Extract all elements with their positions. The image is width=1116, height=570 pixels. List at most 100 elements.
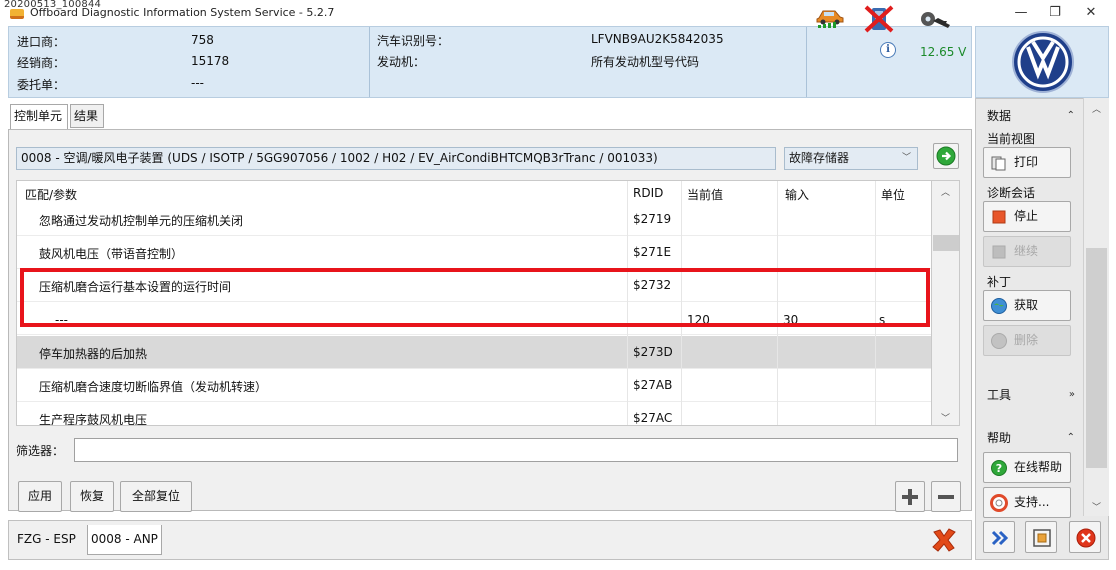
delete-icon xyxy=(991,333,1007,349)
remove-button[interactable] xyxy=(931,481,961,512)
chevron-double-down-icon: » xyxy=(1068,389,1075,400)
vehicle-connection-icon[interactable] xyxy=(815,6,845,28)
filter-input[interactable] xyxy=(74,438,958,462)
sidebar-group-help[interactable]: 帮助 ⌃ xyxy=(979,427,1083,449)
support-button[interactable]: 支持... xyxy=(983,487,1071,518)
stop-icon xyxy=(992,210,1006,224)
param-name: 压缩机磨合速度切断临界值（发动机转速） xyxy=(39,380,268,394)
table-row-selected[interactable]: 停车加热器的后加热 $273D xyxy=(17,336,931,369)
restore-button[interactable]: ❐ xyxy=(1040,4,1070,22)
scroll-thumb[interactable] xyxy=(1086,248,1107,468)
vin-label: 汽车识别号： xyxy=(377,34,450,48)
param-name: 鼓风机电压（带语音控制） xyxy=(39,247,184,261)
sidebar-group-data[interactable]: 数据 ⌃ xyxy=(979,105,1083,127)
restore-button[interactable]: 恢复 xyxy=(70,481,114,512)
diag-session-label: 诊断会话 xyxy=(987,186,1036,200)
param-rdid: $27AC xyxy=(633,411,673,425)
fetch-button[interactable]: 获取 xyxy=(983,290,1071,321)
column-header-unit[interactable]: 单位 xyxy=(881,186,905,203)
param-rdid: $271E xyxy=(633,245,672,259)
no-connection-icon[interactable] xyxy=(862,4,896,34)
fit-frame-icon xyxy=(1033,529,1051,547)
continue-button[interactable]: 继续 xyxy=(983,236,1071,267)
support-label: 支持... xyxy=(1014,495,1050,509)
engine-value: 所有发动机型号代码 xyxy=(591,55,700,69)
header-divider xyxy=(369,27,370,97)
column-header-current[interactable]: 当前值 xyxy=(687,186,723,203)
tab-control-unit[interactable]: 控制单元 xyxy=(10,104,68,130)
execute-button[interactable] xyxy=(933,143,959,169)
scroll-down-icon[interactable]: ﹀ xyxy=(932,411,959,424)
brand-logo-panel xyxy=(975,26,1109,98)
table-row[interactable]: 忽略通过发动机控制单元的压缩机关闭 $2719 xyxy=(17,203,931,236)
sidebar-scrollbar[interactable]: ︿ ﹀ xyxy=(1083,98,1109,516)
forward-button[interactable] xyxy=(983,521,1015,553)
scroll-up-icon[interactable]: ︿ xyxy=(1084,102,1109,115)
session-tab-module[interactable]: 0008 - ANP xyxy=(87,525,162,555)
print-button-label: 打印 xyxy=(1014,155,1039,169)
stop-button-label: 停止 xyxy=(1014,209,1039,223)
scroll-thumb[interactable] xyxy=(933,235,959,251)
close-session-icon[interactable] xyxy=(930,526,958,554)
session-tab-vehicle[interactable]: FZG - ESP xyxy=(14,525,79,555)
table-scrollbar[interactable]: ︿ ﹀ xyxy=(932,180,960,426)
vin-value: LFVNB9AU2K5842035 xyxy=(591,32,724,46)
importer-value: 758 xyxy=(191,33,214,47)
param-name: 停车加热器的后加热 xyxy=(39,347,148,361)
fetch-button-label: 获取 xyxy=(1014,298,1039,312)
stop-button[interactable]: 停止 xyxy=(983,201,1071,232)
chevron-up-icon: ⌃ xyxy=(1066,432,1075,443)
table-row[interactable]: 鼓风机电压（带语音控制） $271E xyxy=(17,236,931,269)
print-button[interactable]: 打印 xyxy=(983,147,1071,178)
table-row[interactable]: 压缩机磨合速度切断临界值（发动机转速） $27AB xyxy=(17,369,931,402)
continue-icon xyxy=(992,245,1006,259)
column-header-rdid[interactable]: RDID xyxy=(633,186,663,200)
sidebar-group-tools[interactable]: 工具 » xyxy=(979,384,1083,406)
table-row[interactable]: 生产程序鼓风机电压 $27AC xyxy=(17,402,931,426)
column-header-param[interactable]: 匹配/参数 xyxy=(25,186,77,203)
order-value: --- xyxy=(191,76,204,90)
column-header-input[interactable]: 输入 xyxy=(785,186,809,203)
print-icon xyxy=(991,156,1006,171)
filter-label: 筛选器： xyxy=(16,444,65,458)
app-car-icon xyxy=(10,9,24,19)
tab-results[interactable]: 结果 xyxy=(70,104,104,128)
double-chevron-right-icon xyxy=(991,530,1009,546)
chevron-up-icon: ⌃ xyxy=(1066,110,1075,121)
svg-text:?: ? xyxy=(996,462,1002,475)
reset-all-button[interactable]: 全部复位 xyxy=(120,481,192,512)
close-window-button[interactable]: ✕ xyxy=(1076,4,1106,22)
fit-view-button[interactable] xyxy=(1025,521,1057,553)
exit-button[interactable] xyxy=(1069,521,1101,553)
patch-label: 补丁 xyxy=(987,275,1012,289)
help-icon: ? xyxy=(991,460,1007,476)
function-mode-select[interactable]: 故障存储器 ﹀ xyxy=(784,147,918,170)
importer-label: 进口商： xyxy=(17,35,66,49)
green-arrow-icon xyxy=(936,146,956,166)
lifebuoy-icon xyxy=(990,494,1008,512)
delete-button[interactable]: 删除 xyxy=(983,325,1071,356)
param-name: 生产程序鼓风机电压 xyxy=(39,413,148,426)
sidebar-group-label: 帮助 xyxy=(987,431,1012,445)
scroll-down-icon[interactable]: ﹀ xyxy=(1084,500,1109,513)
sidebar-group-label: 工具 xyxy=(987,388,1012,402)
minimize-button[interactable]: — xyxy=(1006,4,1036,22)
param-rdid: $273D xyxy=(633,345,673,359)
scroll-up-icon[interactable]: ︿ xyxy=(932,185,959,198)
current-view-label: 当前视图 xyxy=(987,132,1036,146)
param-rdid: $27AB xyxy=(633,378,673,392)
param-rdid: $2719 xyxy=(633,212,672,226)
ignition-key-icon[interactable] xyxy=(918,10,954,32)
delete-button-label: 删除 xyxy=(1014,333,1039,347)
online-help-button[interactable]: ? 在线帮助 xyxy=(983,452,1071,483)
engine-label: 发动机： xyxy=(377,55,426,69)
add-button[interactable] xyxy=(895,481,925,512)
highlight-annotation-box xyxy=(20,268,930,327)
info-icon[interactable]: i xyxy=(880,42,896,58)
function-mode-value: 故障存储器 xyxy=(789,151,850,165)
param-name: 忽略通过发动机控制单元的压缩机关闭 xyxy=(39,214,244,228)
window-title: Offboard Diagnostic Information System S… xyxy=(30,6,335,19)
sidebar-group-label: 数据 xyxy=(987,109,1012,123)
chevron-down-icon: ﹀ xyxy=(901,153,911,163)
apply-button[interactable]: 应用 xyxy=(18,481,62,512)
